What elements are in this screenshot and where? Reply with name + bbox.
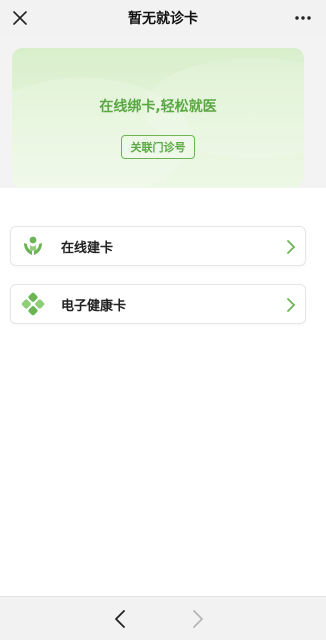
- more-icon: [295, 16, 311, 20]
- page-title: 暂无就诊卡: [128, 11, 198, 27]
- close-icon: [13, 11, 27, 25]
- forward-button[interactable]: [188, 608, 208, 630]
- bottom-navigation-bar: [0, 596, 326, 640]
- link-outpatient-number-button[interactable]: 关联门诊号: [121, 135, 195, 159]
- close-button[interactable]: [8, 6, 32, 30]
- back-button[interactable]: [110, 608, 130, 630]
- menu-item-label: 电子健康卡: [61, 298, 127, 314]
- hero-title: 在线绑卡,轻松就医: [99, 99, 217, 115]
- main-content: 在线绑卡,轻松就医 关联门诊号 在线建卡 电子健康卡: [0, 36, 326, 596]
- menu-item-label: 在线建卡: [61, 240, 114, 256]
- menu-item-health-card[interactable]: 电子健康卡: [10, 284, 306, 324]
- top-navigation-bar: 暂无就诊卡: [0, 0, 326, 36]
- health-cross-icon: [20, 291, 46, 317]
- hero-banner: 在线绑卡,轻松就医 关联门诊号: [12, 48, 304, 188]
- menu-item-online-card[interactable]: 在线建卡: [10, 226, 306, 266]
- chevron-right-icon: [287, 298, 295, 312]
- chevron-right-icon: [287, 240, 295, 254]
- more-button[interactable]: [290, 6, 316, 30]
- hands-person-icon: [20, 233, 46, 259]
